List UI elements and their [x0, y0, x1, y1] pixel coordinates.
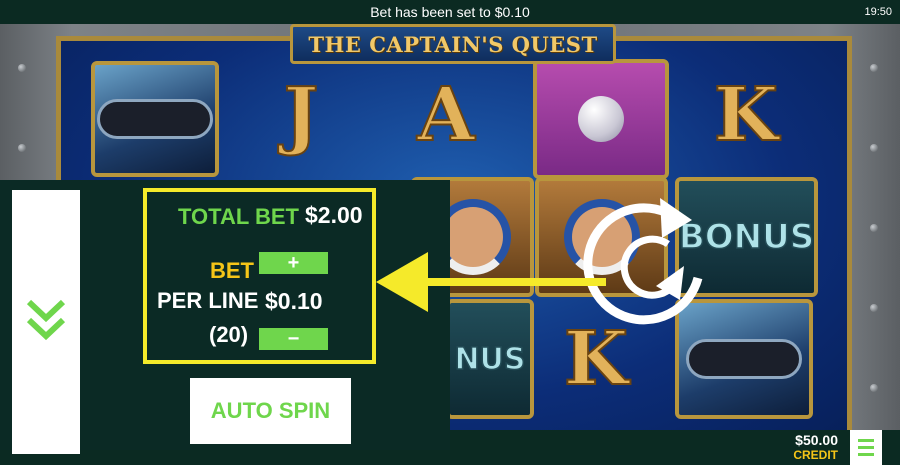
collapse-strip[interactable] [12, 190, 80, 454]
clock: 19:50 [864, 6, 892, 18]
submarine-icon [97, 99, 213, 139]
arrow-left-icon [376, 252, 606, 312]
rivet-decoration [18, 144, 26, 152]
submarine-symbol [91, 61, 219, 177]
game-title: THE CAPTAIN'S QUEST [308, 31, 598, 57]
bet-label: BET [210, 258, 254, 283]
rivet-decoration [870, 64, 878, 72]
rivet-decoration [870, 144, 878, 152]
total-bet-label: TOTAL BET [178, 204, 299, 229]
bonus-symbol-partial: NUS [446, 299, 534, 419]
rivet-decoration [870, 224, 878, 232]
total-bet-value: $2.00 [305, 202, 363, 228]
auto-spin-button[interactable]: AUTO SPIN [190, 378, 351, 444]
submarine-icon [686, 339, 802, 379]
rivet-decoration [870, 304, 878, 312]
credit-label: CREDIT [793, 448, 838, 462]
per-line-value: $0.10 [265, 288, 323, 314]
per-line-label: PER LINE [157, 288, 259, 313]
status-bar: Bet has been set to $0.10 19:50 [0, 0, 900, 24]
letter-a-symbol: A [416, 71, 475, 159]
decrease-bet-button[interactable]: − [259, 328, 328, 350]
letter-j-symbol: J [282, 71, 319, 159]
status-message: Bet has been set to $0.10 [370, 4, 530, 20]
game-title-banner: THE CAPTAIN'S QUEST [290, 24, 616, 64]
lines-count: (20) [209, 322, 249, 347]
rivet-decoration [18, 64, 26, 72]
credit-value: $50.00 [795, 432, 838, 448]
increase-bet-button[interactable]: + [259, 252, 328, 274]
rivet-decoration [870, 384, 878, 392]
letter-k-symbol: K [713, 71, 779, 159]
pearl-icon [578, 96, 624, 142]
pearl-shell-symbol [533, 59, 669, 179]
chevron-double-down-icon[interactable] [25, 298, 67, 344]
hamburger-menu-icon[interactable] [850, 430, 882, 465]
